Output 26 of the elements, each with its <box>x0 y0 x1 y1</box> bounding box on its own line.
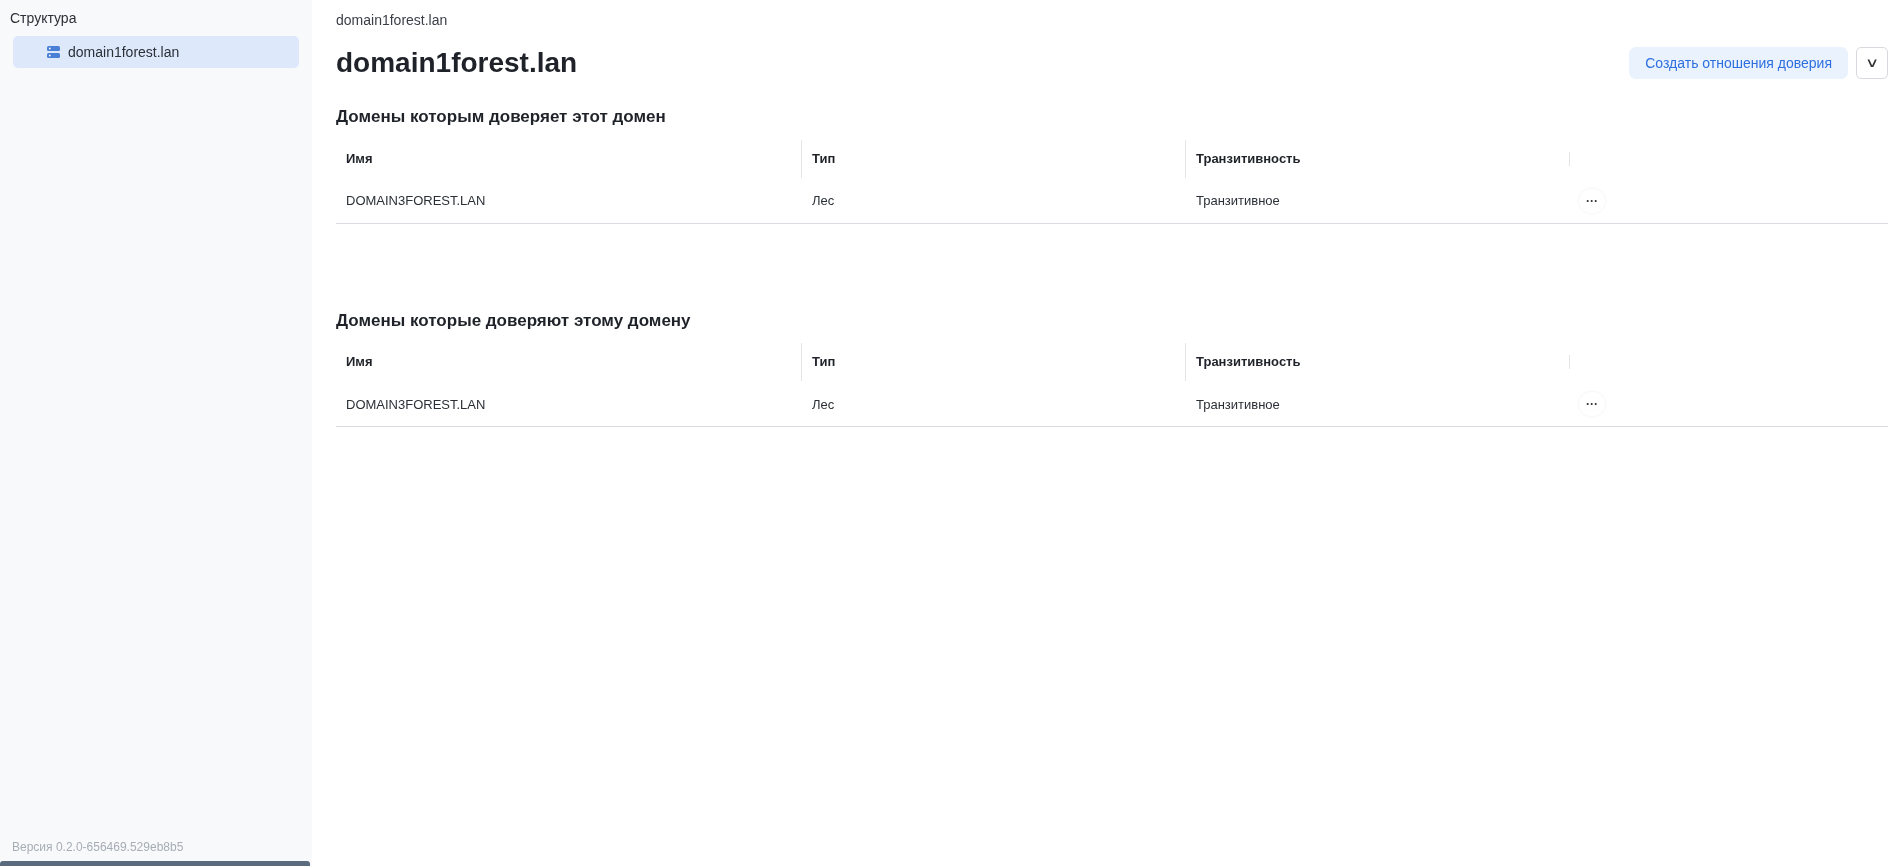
column-header[interactable]: Транзитивность <box>1196 352 1301 372</box>
page-title: domain1forest.lan <box>336 46 578 80</box>
sidebar-title: Структура <box>10 10 77 26</box>
table-cell: DOMAIN3FOREST.LAN <box>346 396 486 412</box>
table-cell: Транзитивное <box>1196 193 1280 208</box>
version-text: Версия 0.2.0-656469.529eb8b5 <box>12 840 184 854</box>
row-menu-button[interactable]: ··· <box>1579 392 1605 416</box>
table-cell: DOMAIN3FOREST.LAN <box>346 193 486 208</box>
section-title: Домены которым доверяет этот домен <box>336 106 667 128</box>
row-menu-button[interactable]: ··· <box>1579 188 1605 213</box>
breadcrumb[interactable]: domain1forest.lan <box>336 12 448 28</box>
table-cell: Лес <box>812 396 835 412</box>
table-cell: Лес <box>812 193 835 208</box>
column-header[interactable]: Тип <box>812 148 836 169</box>
section-title: Домены которые доверяют этому домену <box>336 309 692 332</box>
column-header[interactable]: Имя <box>346 352 373 372</box>
column-header[interactable]: Транзитивность <box>1196 148 1301 169</box>
scrollbar[interactable] <box>0 861 310 866</box>
column-header[interactable]: Имя <box>346 148 373 169</box>
server-icon <box>47 46 60 58</box>
table-cell: Транзитивное <box>1196 396 1280 412</box>
create-trust-button[interactable]: Создать отношения доверия <box>1629 47 1848 79</box>
dropdown-button[interactable]: ∨ <box>1856 47 1888 79</box>
chevron-icon: ∨ <box>1864 53 1880 73</box>
column-header[interactable]: Тип <box>812 352 836 372</box>
tree-item[interactable]: domain1forest.lan <box>13 36 299 68</box>
